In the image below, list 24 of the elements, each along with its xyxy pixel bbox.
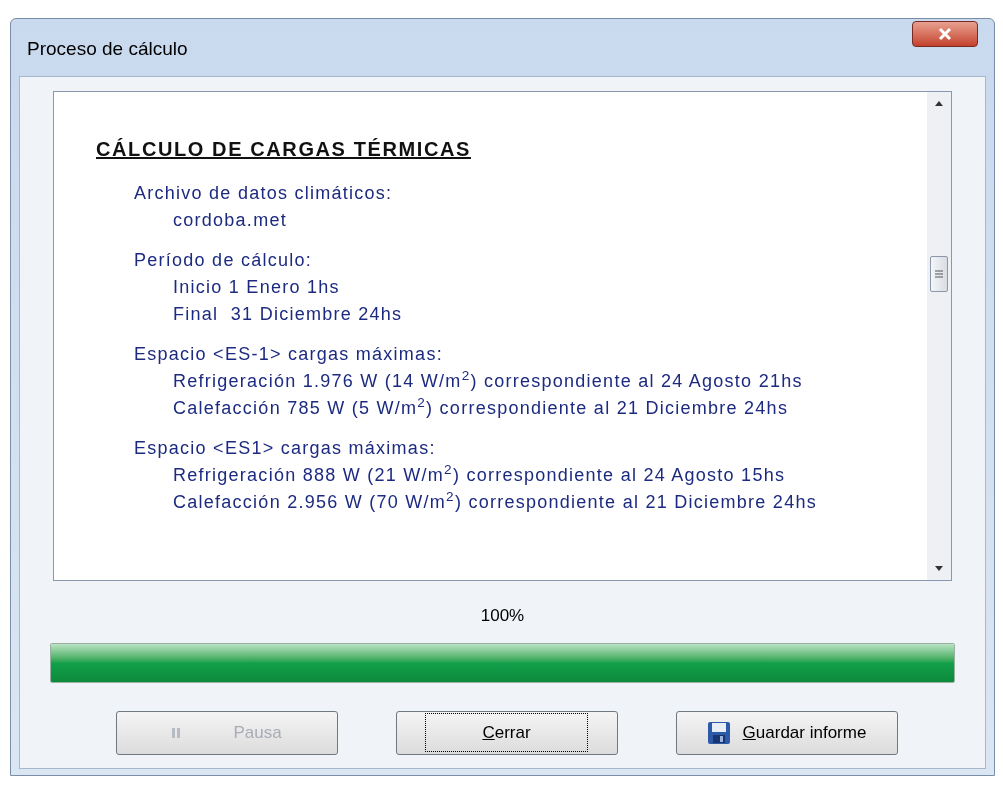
save-report-button[interactable]: Guardar informe — [675, 710, 898, 755]
window-title: Proceso de cálculo — [27, 37, 188, 61]
close-dialog-button[interactable]: Cerrar — [395, 710, 618, 755]
report-line: cordoba.met — [173, 209, 287, 232]
progress-percent: 100% — [480, 605, 525, 627]
grip-icon — [935, 270, 943, 278]
close-button[interactable] — [912, 21, 978, 47]
group-label: Período de cálculo: — [134, 249, 313, 272]
scroll-up-icon[interactable] — [934, 100, 944, 106]
pause-icon — [171, 726, 182, 739]
scroll-thumb[interactable] — [930, 256, 948, 292]
group-label: Espacio <ES1> cargas máximas: — [134, 437, 436, 460]
report-line: Inicio 1 Enero 1hs — [173, 276, 340, 299]
report-line: Refrigeración 888 W (21 W/m$^{2}$) correspondiente al 24 Agosto 15hs — [173, 462, 786, 487]
section-heading: CÁLCULO DE CARGAS TÉRMICAS — [96, 137, 471, 162]
group-label: Espacio <ES-1> cargas máximas: — [134, 343, 443, 366]
scroll-down-icon[interactable] — [934, 566, 944, 572]
report-line: Final 31 Diciembre 24hs — [173, 303, 403, 326]
report-line: Calefacción 2.956 W (70 W/m$^{2}$) correspondiente al 21 Diciembre 24hs — [173, 489, 817, 514]
report-line: Calefacción 785 W (5 W/m$^{2}$) correspondiente al 21 Diciembre 24hs — [173, 395, 789, 420]
report-line: Refrigeración 1.976 W (14 W/m$^{2}$) correspondiente al 24 Agosto 21hs — [173, 368, 803, 393]
group-label: Archivo de datos climáticos: — [134, 182, 393, 205]
close-icon — [937, 27, 953, 41]
scrollbar[interactable] — [927, 92, 951, 580]
